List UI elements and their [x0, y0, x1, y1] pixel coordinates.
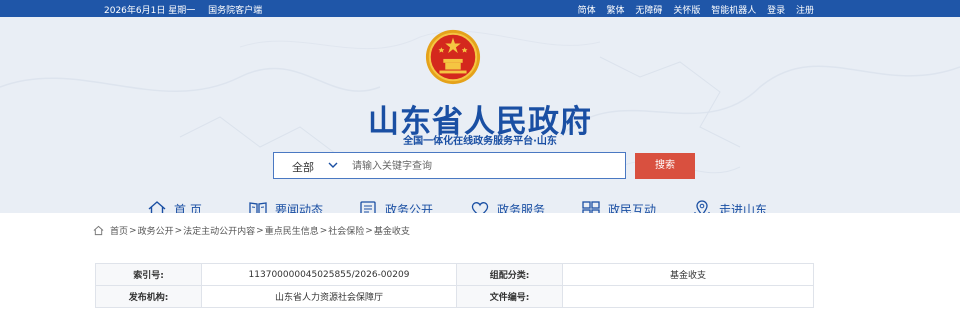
document-number-label: 文件编号:	[456, 285, 563, 308]
category-value: 基金收支	[562, 263, 814, 286]
document-number-value	[562, 285, 814, 308]
traditional-chinese-link[interactable]: 繁体	[607, 6, 625, 16]
top-bar-links: 简体 繁体 无障碍 关怀版 智能机器人 登录 注册	[570, 3, 814, 16]
home-icon	[148, 201, 166, 213]
nav-label: 首 页	[174, 202, 202, 214]
table-row: 发布机构: 山东省人力资源社会保障厅 文件编号:	[95, 285, 814, 308]
nav-label: 政务公开	[385, 202, 434, 214]
nav-item-open-affairs[interactable]: 政务公开	[358, 197, 433, 213]
main-nav: 首 页 要闻动态 政务公开 政务服务 政民互动 走进山东	[0, 197, 960, 213]
map-pin-icon	[694, 200, 710, 213]
document-info-table: 索引号: 11370000004502585​5/2026-00209 组配分类…	[95, 263, 814, 308]
search-button[interactable]: 搜索	[635, 153, 695, 179]
nav-item-interaction[interactable]: 政民互动	[581, 197, 656, 213]
current-date: 2026年6月1日 星期一	[104, 6, 196, 16]
breadcrumb-item-statutory-disclosure[interactable]: 法定主动公开内容	[183, 224, 255, 237]
home-icon[interactable]	[93, 225, 104, 236]
nav-item-about-shandong[interactable]: 走进山东	[692, 197, 767, 213]
table-row: 索引号: 11370000004502585​5/2026-00209 组配分类…	[95, 263, 814, 286]
header-banner: 山东省人民政府 全国一体化在线政务服务平台·山东 全部 搜索 首 页 要闻动态 …	[0, 17, 960, 213]
search-scope-select[interactable]: 全部	[292, 159, 314, 175]
breadcrumb-item-social-insurance[interactable]: 社会保险	[328, 224, 364, 237]
breadcrumb-item-livelihood-info[interactable]: 重点民生信息	[265, 224, 319, 237]
news-icon	[249, 202, 267, 213]
breadcrumb: 首页 > 政务公开 > 法定主动公开内容 > 重点民生信息 > 社会保险 > 基金收支	[93, 224, 410, 237]
index-number-label: 索引号:	[95, 263, 202, 286]
interaction-icon	[582, 201, 600, 213]
top-bar-left: 2026年6月1日 星期一 国务院客户端	[104, 3, 272, 16]
nav-item-services[interactable]: 政务服务	[470, 197, 545, 213]
nav-label: 要闻动态	[275, 202, 324, 214]
breadcrumb-item-home[interactable]: 首页	[110, 224, 128, 237]
search-input[interactable]	[352, 157, 612, 175]
breadcrumb-item-fund-revenue[interactable]: 基金收支	[374, 224, 410, 237]
breadcrumb-item-open-affairs[interactable]: 政务公开	[138, 224, 174, 237]
nav-item-news[interactable]: 要闻动态	[248, 197, 323, 213]
nav-label: 走进山东	[719, 202, 768, 214]
site-subtitle: 全国一体化在线政务服务平台·山东	[403, 136, 557, 147]
nav-label: 政民互动	[608, 202, 657, 214]
open-affairs-icon	[360, 201, 376, 213]
publisher-label: 发布机构:	[95, 285, 202, 308]
national-emblem-icon[interactable]	[424, 28, 482, 86]
accessibility-link[interactable]: 无障碍	[635, 6, 662, 16]
top-bar: 2026年6月1日 星期一 国务院客户端 简体 繁体 无障碍 关怀版 智能机器人…	[0, 0, 960, 17]
heart-service-icon	[471, 202, 489, 213]
search-box: 全部	[273, 152, 626, 179]
care-mode-link[interactable]: 关怀版	[673, 6, 700, 16]
nav-label: 政务服务	[497, 202, 546, 214]
register-link[interactable]: 注册	[796, 6, 814, 16]
category-label: 组配分类:	[456, 263, 563, 286]
nav-item-home[interactable]: 首 页	[147, 197, 202, 213]
state-council-client-link[interactable]: 国务院客户端	[208, 6, 262, 16]
login-link[interactable]: 登录	[767, 6, 785, 16]
chevron-down-icon[interactable]	[326, 158, 340, 172]
simplified-chinese-link[interactable]: 简体	[578, 6, 596, 16]
chatbot-link[interactable]: 智能机器人	[711, 6, 756, 16]
index-number-value: 11370000004502585​5/2026-00209	[201, 263, 457, 286]
publisher-value: 山东省人力资源社会保障厅	[201, 285, 457, 308]
